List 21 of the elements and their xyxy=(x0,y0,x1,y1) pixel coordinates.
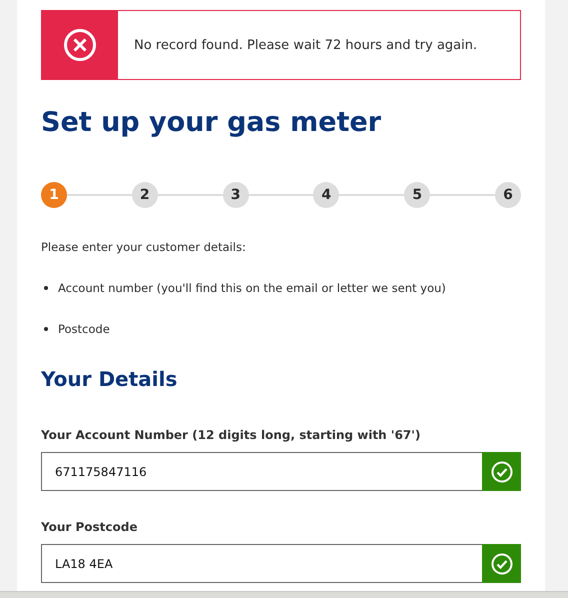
field-label: Your Account Number (12 digits long, starting with '67') xyxy=(41,428,422,442)
requirement-text: Postcode xyxy=(58,322,110,336)
step-indicator: 2 xyxy=(132,182,158,208)
step-indicator: 4 xyxy=(313,182,340,208)
step-indicator: 1 xyxy=(41,182,67,208)
error-icon xyxy=(63,28,97,62)
step-indicator: 6 xyxy=(494,182,521,208)
input-field[interactable]: 671175847116 xyxy=(41,452,482,491)
intro-text: Please enter your customer details: xyxy=(41,240,247,254)
page-title: Set up your gas meter xyxy=(41,107,382,139)
bullet-icon xyxy=(44,327,48,331)
input-field[interactable]: LA18 4EA xyxy=(41,544,482,583)
bullet-icon xyxy=(44,286,48,290)
step-indicator: 5 xyxy=(404,182,430,208)
check-icon xyxy=(490,460,512,482)
step-indicator: 3 xyxy=(222,182,249,208)
check-icon xyxy=(490,552,512,574)
section-title: Your Details xyxy=(41,367,178,391)
requirement-text: Account number (you'll find this on the email or letter we sent you) xyxy=(58,281,446,295)
error-message: No record found. Please wait 72 hours and try again. xyxy=(134,38,478,52)
field-label: Your Postcode xyxy=(41,520,138,534)
